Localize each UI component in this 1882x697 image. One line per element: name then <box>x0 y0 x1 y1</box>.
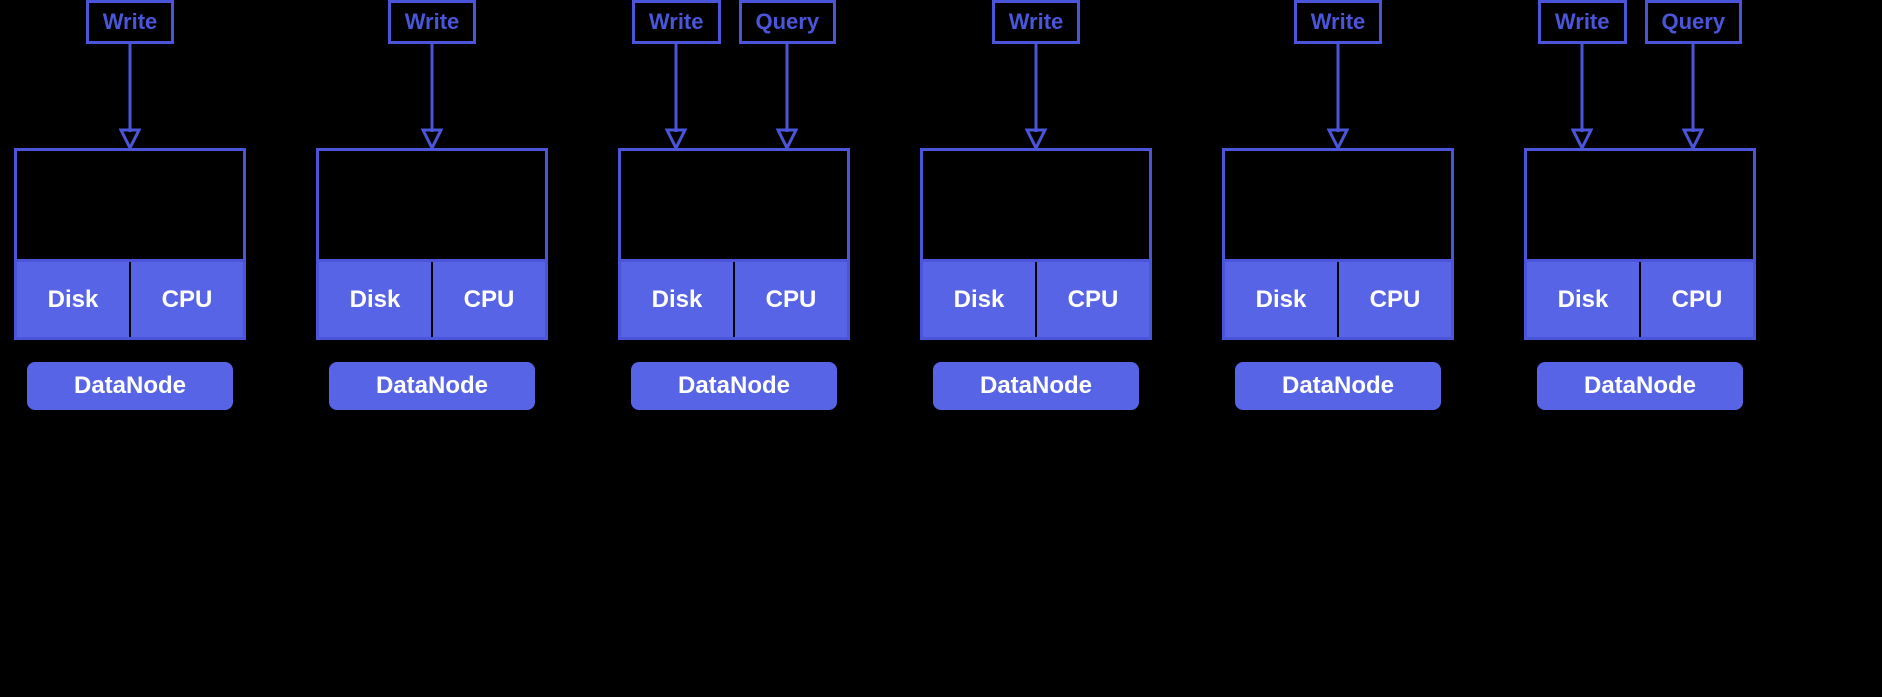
datanode-label: DataNode <box>1235 362 1441 410</box>
write-input-group: Write <box>1538 0 1627 148</box>
write-input-group: Write <box>86 0 175 148</box>
write-input-group: Write <box>632 0 721 148</box>
write-label-box: Write <box>86 0 175 44</box>
cpu-cell: CPU <box>1036 262 1149 337</box>
datanode-label: DataNode <box>933 362 1139 410</box>
query-input-group: Query <box>1645 0 1743 148</box>
datanode-label: DataNode <box>1537 362 1743 410</box>
write-input-group: Write <box>992 0 1081 148</box>
datanode-label: DataNode <box>329 362 535 410</box>
datanode-column: Write DiskCPU DataNode <box>1222 0 1454 410</box>
resource-box: DiskCPU <box>1222 148 1454 340</box>
arrow-down-icon <box>119 44 141 148</box>
disk-cell: Disk <box>1225 262 1338 337</box>
write-label-box: Write <box>1294 0 1383 44</box>
arrow-down-icon <box>1571 44 1593 148</box>
resource-box: DiskCPU <box>920 148 1152 340</box>
resource-box: DiskCPU <box>1524 148 1756 340</box>
cpu-cell: CPU <box>734 262 847 337</box>
resource-box: DiskCPU <box>316 148 548 340</box>
query-label-box: Query <box>1645 0 1743 44</box>
datanode-column: Write DiskCPU DataNode <box>316 0 548 410</box>
datanode-column: Write Query DiskCPU DataNode <box>618 0 850 410</box>
write-label-box: Write <box>1538 0 1627 44</box>
datanode-label: DataNode <box>27 362 233 410</box>
write-label-box: Write <box>992 0 1081 44</box>
resource-empty-area <box>1527 151 1753 259</box>
resource-row: DiskCPU <box>319 259 545 337</box>
arrow-down-icon <box>1327 44 1349 148</box>
cpu-cell: CPU <box>1338 262 1451 337</box>
diagram-container: WriteDiskCPUDataNodeWriteDiskCPUDataNode… <box>0 0 1882 410</box>
resource-row: DiskCPU <box>1527 259 1753 337</box>
disk-cell: Disk <box>319 262 432 337</box>
datanode-column: Write Query DiskCPU DataNode <box>1524 0 1756 410</box>
query-label-box: Query <box>739 0 837 44</box>
resource-empty-area <box>621 151 847 259</box>
datanode-column: Write DiskCPU DataNode <box>14 0 246 410</box>
arrow-down-icon <box>1025 44 1047 148</box>
inputs-row: Write <box>1222 0 1454 148</box>
resource-empty-area <box>923 151 1149 259</box>
disk-cell: Disk <box>1527 262 1640 337</box>
resource-row: DiskCPU <box>1225 259 1451 337</box>
inputs-row: Write <box>14 0 246 148</box>
arrow-down-icon <box>776 44 798 148</box>
resource-empty-area <box>17 151 243 259</box>
disk-cell: Disk <box>621 262 734 337</box>
inputs-row: Write Query <box>618 0 850 148</box>
write-input-group: Write <box>388 0 477 148</box>
query-input-group: Query <box>739 0 837 148</box>
datanode-label: DataNode <box>631 362 837 410</box>
arrow-down-icon <box>421 44 443 148</box>
cpu-cell: CPU <box>1640 262 1753 337</box>
resource-row: DiskCPU <box>17 259 243 337</box>
resource-row: DiskCPU <box>621 259 847 337</box>
cpu-cell: CPU <box>432 262 545 337</box>
disk-cell: Disk <box>17 262 130 337</box>
write-input-group: Write <box>1294 0 1383 148</box>
resource-box: DiskCPU <box>14 148 246 340</box>
cpu-cell: CPU <box>130 262 243 337</box>
resource-empty-area <box>1225 151 1451 259</box>
inputs-row: Write <box>920 0 1152 148</box>
arrow-down-icon <box>1682 44 1704 148</box>
inputs-row: Write <box>316 0 548 148</box>
resource-box: DiskCPU <box>618 148 850 340</box>
resource-empty-area <box>319 151 545 259</box>
inputs-row: Write Query <box>1524 0 1756 148</box>
datanode-column: Write DiskCPU DataNode <box>920 0 1152 410</box>
resource-row: DiskCPU <box>923 259 1149 337</box>
write-label-box: Write <box>632 0 721 44</box>
disk-cell: Disk <box>923 262 1036 337</box>
arrow-down-icon <box>665 44 687 148</box>
write-label-box: Write <box>388 0 477 44</box>
